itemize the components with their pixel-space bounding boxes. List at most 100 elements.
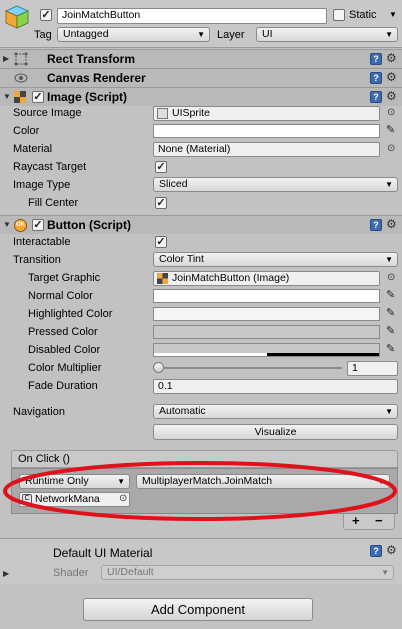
chevron-down-icon: ▼ — [385, 255, 393, 264]
target-graphic-label: Target Graphic — [28, 272, 101, 284]
eyedropper-icon[interactable]: ✎ — [386, 306, 395, 320]
interactable-label: Interactable — [13, 236, 71, 248]
highlighted-color-label: Highlighted Color — [28, 308, 113, 320]
canvas-renderer-header[interactable]: Canvas Renderer ? ⚙ — [0, 68, 402, 87]
interactable-checkbox[interactable]: ✓ — [155, 236, 167, 248]
normal-color-label: Normal Color — [28, 290, 93, 302]
static-dropdown-icon[interactable]: ▼ — [389, 8, 397, 22]
add-component-button[interactable]: Add Component — [83, 598, 313, 621]
gear-icon[interactable]: ⚙ — [386, 51, 397, 65]
canvas-renderer-title: Canvas Renderer — [47, 71, 146, 85]
chevron-down-icon: ▼ — [197, 30, 205, 39]
image-icon — [14, 91, 26, 103]
image-enabled-checkbox[interactable]: ✓ — [32, 91, 44, 103]
shader-dropdown[interactable]: UI/Default ▼ — [101, 565, 394, 580]
foldout-arrow-icon[interactable]: ▶ — [3, 52, 9, 66]
shader-label: Shader — [53, 567, 89, 579]
source-image-value: UISprite — [172, 107, 210, 119]
alpha-bar-fill — [154, 353, 267, 356]
foldout-arrow-icon[interactable]: ▼ — [3, 218, 11, 232]
tag-dropdown[interactable]: Untagged ▼ — [57, 27, 210, 42]
help-icon[interactable]: ? — [370, 72, 382, 84]
navigation-value: Automatic — [159, 405, 206, 417]
gear-icon[interactable]: ⚙ — [386, 89, 397, 103]
chevron-down-icon: ▼ — [385, 180, 393, 189]
color-multiplier-field[interactable]: 1 — [347, 361, 398, 376]
annotation-ellipse — [3, 461, 397, 521]
button-component-header[interactable]: ▼ OK ✓ Button (Script) ? ⚙ — [0, 215, 402, 234]
image-type-label: Image Type — [13, 179, 71, 191]
help-icon[interactable]: ? — [370, 545, 382, 557]
fill-center-checkbox[interactable]: ✓ — [155, 197, 167, 209]
color-field[interactable] — [153, 124, 380, 138]
image-icon — [157, 273, 168, 284]
source-image-field[interactable]: UISprite — [153, 106, 380, 121]
highlighted-color-field[interactable] — [153, 307, 380, 321]
eyedropper-icon[interactable]: ✎ — [386, 123, 395, 137]
gear-icon[interactable]: ⚙ — [386, 217, 397, 231]
button-title: Button (Script) — [47, 218, 131, 232]
disabled-color-label: Disabled Color — [28, 344, 101, 356]
sprite-icon — [157, 108, 168, 119]
visualize-button[interactable]: Visualize — [153, 424, 398, 440]
tag-label: Tag — [34, 29, 52, 41]
eyedropper-icon[interactable]: ✎ — [386, 342, 395, 356]
rect-transform-header[interactable]: ▶ Rect Transform ? ⚙ — [0, 49, 402, 68]
static-checkbox[interactable] — [333, 9, 345, 21]
raycast-target-checkbox[interactable]: ✓ — [155, 161, 167, 173]
material-label: Material — [13, 143, 53, 155]
gear-icon[interactable]: ⚙ — [386, 70, 397, 84]
fade-duration-field[interactable]: 0.1 — [153, 379, 398, 394]
pressed-color-field[interactable] — [153, 325, 380, 339]
foldout-arrow-icon[interactable]: ▶ — [3, 567, 9, 581]
ok-button-icon: OK — [14, 219, 27, 232]
image-type-value: Sliced — [159, 178, 188, 190]
material-name: Default UI Material — [53, 546, 153, 560]
eyedropper-icon[interactable]: ✎ — [386, 288, 395, 302]
help-icon[interactable]: ? — [370, 53, 382, 65]
help-icon[interactable]: ? — [370, 219, 382, 231]
help-icon[interactable]: ? — [370, 91, 382, 103]
layer-label: Layer — [217, 29, 245, 41]
button-enabled-checkbox[interactable]: ✓ — [32, 219, 44, 231]
target-graphic-field[interactable]: JoinMatchButton (Image) — [153, 271, 380, 286]
object-picker-icon[interactable]: ⊙ — [387, 143, 395, 155]
raycast-target-label: Raycast Target — [13, 161, 87, 173]
eyedropper-icon[interactable]: ✎ — [386, 324, 395, 338]
material-field[interactable]: None (Material) — [153, 142, 380, 157]
active-checkbox[interactable]: ✓ — [40, 9, 52, 21]
navigation-dropdown[interactable]: Automatic ▼ — [153, 404, 398, 419]
eye-icon — [14, 72, 28, 84]
rect-transform-title: Rect Transform — [47, 52, 136, 66]
slider-track — [153, 367, 342, 369]
disabled-color-field[interactable] — [153, 343, 380, 357]
color-label: Color — [13, 125, 40, 137]
image-component-header[interactable]: ▼ ✓ Image (Script) ? ⚙ — [0, 87, 402, 106]
cube-icon — [4, 4, 30, 30]
color-multiplier-slider[interactable] — [153, 361, 342, 375]
object-name-field[interactable]: JoinMatchButton — [57, 8, 327, 24]
transition-label: Transition — [13, 254, 61, 266]
layer-value: UI — [262, 28, 273, 40]
layer-dropdown[interactable]: UI ▼ — [256, 27, 398, 42]
fade-duration-label: Fade Duration — [28, 380, 98, 392]
slider-thumb[interactable] — [153, 362, 164, 373]
gameobject-header: ✓ JoinMatchButton Static ▼ Tag Untagged … — [0, 0, 402, 48]
color-multiplier-label: Color Multiplier — [28, 362, 102, 374]
chevron-down-icon: ▼ — [385, 407, 393, 416]
fill-center-label: Fill Center — [28, 197, 79, 209]
normal-color-field[interactable] — [153, 289, 380, 303]
transition-value: Color Tint — [159, 253, 204, 265]
image-type-dropdown[interactable]: Sliced ▼ — [153, 177, 398, 192]
gear-icon[interactable]: ⚙ — [386, 543, 397, 557]
transition-dropdown[interactable]: Color Tint ▼ — [153, 252, 398, 267]
object-picker-icon[interactable]: ⊙ — [387, 107, 395, 119]
static-label: Static — [349, 9, 377, 21]
tag-value: Untagged — [63, 28, 109, 40]
navigation-label: Navigation — [13, 406, 65, 418]
object-picker-icon[interactable]: ⊙ — [387, 272, 395, 284]
chevron-down-icon: ▼ — [385, 30, 393, 39]
pressed-color-label: Pressed Color — [28, 326, 98, 338]
material-preview-icon — [8, 543, 38, 573]
foldout-arrow-icon[interactable]: ▼ — [3, 90, 11, 104]
